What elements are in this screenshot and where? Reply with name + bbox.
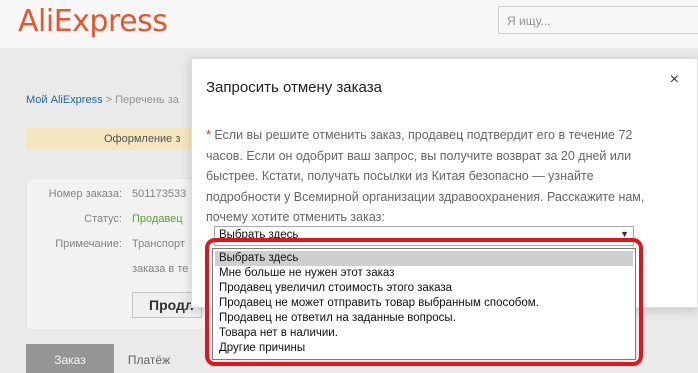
tab-order[interactable]: Заказ: [26, 344, 114, 373]
note-label: Примечание:: [55, 238, 122, 250]
note-value-line1: Транспорт: [132, 238, 185, 250]
order-number-label: Номер заказа:: [48, 188, 122, 200]
option-no-longer-needed[interactable]: Мне больше не нужен этот заказ: [215, 266, 633, 281]
status-value: Продавец: [132, 213, 183, 225]
dialog-description-text: Если вы решите отменить заказ, продавец …: [206, 128, 645, 224]
option-price-increased[interactable]: Продавец увеличил стоимость этого заказа: [215, 281, 633, 296]
step-label: Оформление з: [104, 133, 181, 145]
chevron-down-icon: ▼: [620, 229, 629, 239]
tab-payment[interactable]: Платёж: [114, 344, 184, 373]
top-header: AliExpress Я ищу...: [0, 0, 698, 48]
dialog-description: * Если вы решите отменить заказ, продаве…: [206, 125, 656, 228]
option-no-answer[interactable]: Продавец не ответил на заданные вопросы.: [215, 311, 633, 326]
option-out-of-stock[interactable]: Товара нет в наличии.: [215, 326, 633, 341]
status-label: Статус:: [84, 213, 122, 225]
search-input[interactable]: Я ищу...: [498, 6, 698, 34]
close-icon[interactable]: ×: [670, 71, 679, 89]
option-cannot-ship[interactable]: Продавец не может отправить товар выбран…: [215, 296, 633, 311]
breadcrumb-home-link[interactable]: Мой AliExpress: [26, 94, 103, 106]
breadcrumb: Мой AliExpress > Перечень за: [26, 94, 179, 106]
cancel-reason-select[interactable]: Выбрать здесь ▼: [214, 226, 634, 246]
option-other-reasons[interactable]: Другие причины: [215, 341, 633, 356]
select-value: Выбрать здесь: [219, 229, 299, 241]
breadcrumb-rest: > Перечень за: [102, 94, 179, 106]
option-choose-here[interactable]: Выбрать здесь: [215, 251, 633, 266]
note-value-line2: заказа в те: [132, 263, 189, 275]
dialog-title: Запросить отмену заказа: [206, 79, 382, 96]
order-number-value: 501173533: [132, 188, 187, 200]
aliexpress-logo[interactable]: AliExpress: [18, 4, 168, 39]
cancel-reason-options: Выбрать здесь Мне больше не нужен этот з…: [212, 248, 636, 360]
